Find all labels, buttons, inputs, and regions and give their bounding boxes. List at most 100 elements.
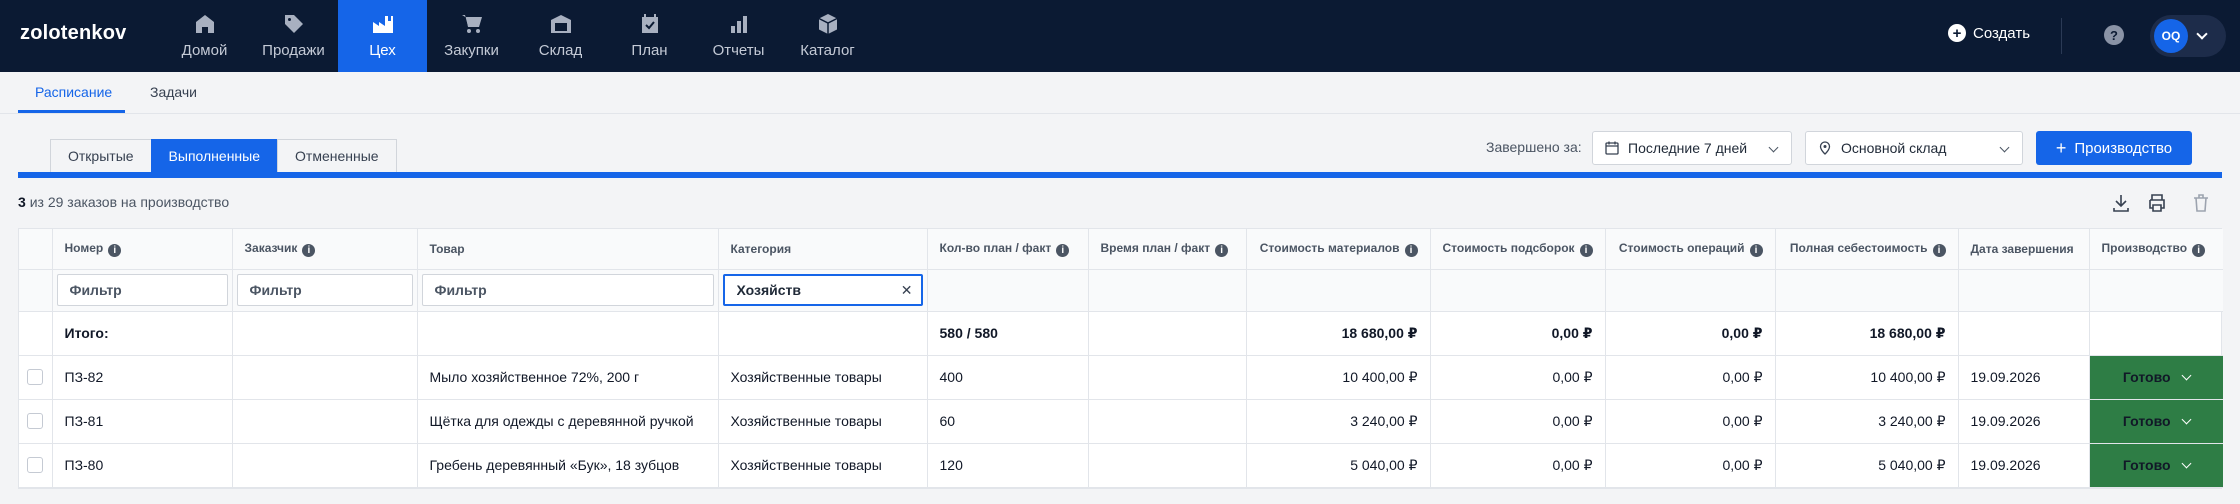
order-category: Хозяйственные товары bbox=[718, 399, 928, 444]
info-icon[interactable]: i bbox=[1749, 243, 1763, 257]
totals-full-cost: 18 680,00 ₽ bbox=[1775, 311, 1959, 356]
header-time[interactable]: Время план / факт i bbox=[1088, 229, 1247, 270]
row-checkbox[interactable] bbox=[27, 457, 44, 473]
order-subassemblies-cost: 0,00 ₽ bbox=[1430, 443, 1606, 488]
product-filter-input[interactable] bbox=[421, 274, 714, 306]
cart-icon bbox=[461, 15, 482, 33]
nav-item-warehouse[interactable]: Склад bbox=[516, 0, 605, 72]
order-full-cost: 5 040,00 ₽ bbox=[1775, 443, 1959, 488]
info-icon[interactable]: i bbox=[302, 243, 316, 257]
table-row[interactable]: ПЗ-80 Гребень деревянный «Бук», 18 зубцо… bbox=[19, 443, 2223, 488]
info-icon[interactable]: i bbox=[1404, 243, 1418, 257]
table-row[interactable]: ПЗ-81 Щётка для одежды с деревянной ручк… bbox=[19, 399, 2223, 444]
order-subassemblies-cost: 0,00 ₽ bbox=[1430, 399, 1606, 444]
chevron-down-icon bbox=[2181, 458, 2192, 469]
header-customer[interactable]: Заказчик i bbox=[232, 229, 418, 270]
order-customer bbox=[232, 443, 418, 488]
header-completion-date[interactable]: Дата завершения bbox=[1958, 229, 2090, 270]
row-checkbox[interactable] bbox=[27, 369, 44, 385]
tab-schedule[interactable]: Расписание bbox=[35, 84, 112, 100]
row-checkbox[interactable] bbox=[27, 413, 44, 429]
app-logo[interactable]: zolotenkov bbox=[20, 22, 126, 45]
info-icon[interactable]: i bbox=[1056, 243, 1070, 257]
chevron-down-icon bbox=[1768, 142, 1779, 153]
header-materials-cost[interactable]: Стоимость материалов i bbox=[1246, 229, 1431, 270]
plus-icon: + bbox=[2055, 138, 2067, 158]
period-select[interactable]: Последние 7 дней bbox=[1592, 131, 1792, 165]
header-number[interactable]: Номер i bbox=[52, 229, 233, 270]
table-header: Номер i Заказчик i Товар Категория Кол-во … bbox=[19, 229, 2223, 270]
order-completion-date: 19.09.2026 bbox=[1958, 399, 2090, 444]
info-icon[interactable]: i bbox=[1579, 243, 1593, 257]
active-tab-bar bbox=[18, 172, 2222, 178]
totals-qty: 580 / 580 bbox=[927, 311, 1089, 356]
info-icon[interactable]: i bbox=[2192, 243, 2206, 257]
category-filter-input[interactable] bbox=[722, 274, 923, 306]
info-icon[interactable]: i bbox=[1932, 243, 1946, 257]
order-qty: 400 bbox=[927, 355, 1089, 400]
chevron-down-icon bbox=[1999, 142, 2010, 153]
tab-completed[interactable]: Выполненные bbox=[150, 139, 279, 172]
order-operations-cost: 0,00 ₽ bbox=[1605, 399, 1776, 444]
home-icon bbox=[195, 15, 214, 33]
order-time bbox=[1088, 355, 1247, 400]
tab-open[interactable]: Открытые bbox=[50, 139, 152, 172]
nav-item-purchases[interactable]: Закупки bbox=[427, 0, 516, 72]
warehouse-select[interactable]: Основной склад bbox=[1805, 131, 2023, 165]
order-number[interactable]: ПЗ-81 bbox=[52, 399, 233, 444]
order-product: Гребень деревянный «Бук», 18 зубцов bbox=[417, 443, 719, 488]
table-row[interactable]: ПЗ-82 Мыло хозяйственное 72%, 200 г Хозя… bbox=[19, 355, 2223, 400]
print-icon[interactable] bbox=[2146, 192, 2168, 214]
avatar: OQ bbox=[2154, 19, 2188, 53]
customer-filter-input[interactable] bbox=[236, 274, 413, 306]
nav-item-home[interactable]: Домой bbox=[160, 0, 249, 72]
order-number[interactable]: ПЗ-82 bbox=[52, 355, 233, 400]
status-tabs: Открытые Выполненные Отмененные bbox=[50, 139, 397, 172]
plus-circle-icon: + bbox=[1948, 24, 1966, 42]
calendar-check-icon bbox=[641, 14, 658, 33]
header-production[interactable]: Производство i bbox=[2089, 229, 2223, 270]
header-product[interactable]: Товар bbox=[417, 229, 719, 270]
status-dropdown[interactable]: Готово bbox=[2089, 355, 2223, 400]
totals-label: Итого: bbox=[52, 311, 233, 356]
header-category[interactable]: Категория bbox=[718, 229, 928, 270]
order-time bbox=[1088, 443, 1247, 488]
header-subassemblies-cost[interactable]: Стоимость подсборок i bbox=[1430, 229, 1606, 270]
status-dropdown[interactable]: Готово bbox=[2089, 443, 2223, 488]
header-qty[interactable]: Кол-во план / факт i bbox=[927, 229, 1089, 270]
order-product: Мыло хозяйственное 72%, 200 г bbox=[417, 355, 719, 400]
info-icon[interactable]: i bbox=[1215, 243, 1229, 257]
tab-tasks[interactable]: Задачи bbox=[150, 84, 197, 100]
number-filter-input[interactable] bbox=[56, 274, 228, 306]
header-divider bbox=[2061, 18, 2062, 54]
tab-cancelled[interactable]: Отмененные bbox=[277, 139, 397, 172]
order-completion-date: 19.09.2026 bbox=[1958, 355, 2090, 400]
header-operations-cost[interactable]: Стоимость операций i bbox=[1605, 229, 1776, 270]
totals-subassemblies: 0,00 ₽ bbox=[1430, 311, 1606, 356]
order-product: Щётка для одежды с деревянной ручкой bbox=[417, 399, 719, 444]
order-full-cost: 10 400,00 ₽ bbox=[1775, 355, 1959, 400]
new-production-button[interactable]: + Производство bbox=[2036, 131, 2192, 165]
header-full-cost[interactable]: Полная себестоимость i bbox=[1775, 229, 1959, 270]
download-icon[interactable] bbox=[2110, 192, 2132, 214]
nav-item-reports[interactable]: Отчеты bbox=[694, 0, 783, 72]
order-customer bbox=[232, 399, 418, 444]
user-menu[interactable]: OQ bbox=[2150, 15, 2226, 57]
nav-item-shop-floor[interactable]: Цех bbox=[338, 0, 427, 72]
totals-materials: 18 680,00 ₽ bbox=[1246, 311, 1431, 356]
create-button[interactable]: + Создать bbox=[1948, 24, 2030, 42]
chevron-down-icon bbox=[2196, 28, 2208, 40]
help-icon[interactable]: ? bbox=[2104, 25, 2124, 45]
box-icon bbox=[818, 14, 837, 34]
info-icon[interactable]: i bbox=[108, 243, 122, 257]
order-category: Хозяйственные товары bbox=[718, 355, 928, 400]
nav-item-sales[interactable]: Продажи bbox=[249, 0, 338, 72]
nav-item-catalog[interactable]: Каталог bbox=[783, 0, 872, 72]
nav-item-plan[interactable]: План bbox=[605, 0, 694, 72]
chevron-down-icon bbox=[2181, 370, 2192, 381]
order-number[interactable]: ПЗ-80 bbox=[52, 443, 233, 488]
clear-icon[interactable]: ✕ bbox=[901, 282, 913, 299]
order-qty: 120 bbox=[927, 443, 1089, 488]
trash-icon[interactable] bbox=[2190, 192, 2212, 214]
status-dropdown[interactable]: Готово bbox=[2089, 399, 2223, 444]
